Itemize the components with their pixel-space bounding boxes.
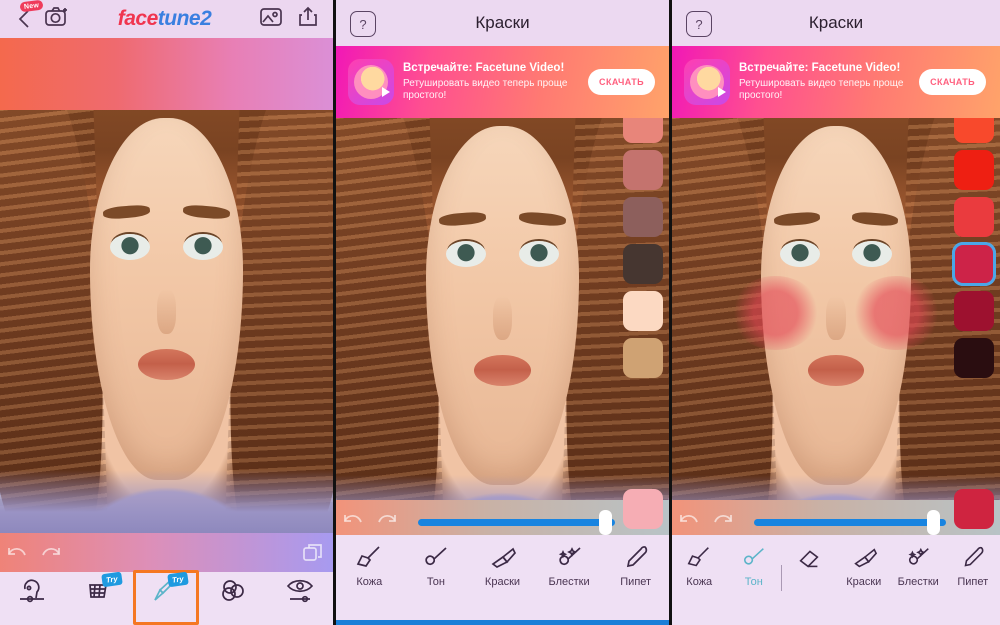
tool-skin[interactable]: Кожа [672,545,727,588]
tool-label: Краски [846,576,882,588]
panel-editor-home: New facetune2 Try Try [0,0,333,625]
portrait-image [336,46,669,545]
tool-paint[interactable]: Краски [469,545,536,588]
swatch[interactable] [952,242,997,286]
logo-face-text: face [117,7,159,30]
tool-reshape[interactable] [0,578,67,604]
home-indicator [336,620,669,625]
swatch[interactable] [623,338,663,378]
portrait-image [0,38,333,540]
panel3-topbar: ? Краски [672,0,1000,46]
eye-left [109,233,150,260]
new-badge: New [19,0,44,13]
try-badge: Try [101,571,123,588]
facetune-video-app-icon [684,59,730,105]
swatch[interactable] [954,150,995,190]
panel2-topbar: ? Краски [336,0,669,46]
gradient-band [0,38,333,110]
tool-label: Пипет [957,576,989,588]
banner-subtext: Ретушировать видео теперь проще простого… [739,78,904,102]
help-button[interactable]: ? [686,11,712,37]
tool-label: Пипет [620,576,652,588]
redo-icon[interactable] [370,512,404,533]
tool-makeup[interactable]: Try [133,570,200,625]
lips [138,349,195,381]
page-title: Краски [808,13,864,32]
nose [156,289,177,335]
shoulder [0,469,333,540]
panel-paint-nude: ? Краски Встречайте: Facetune Video! Рет… [333,0,672,625]
back-button[interactable]: New [12,0,44,32]
try-badge: Try [167,571,189,588]
panel3-photo-canvas[interactable] [672,46,1000,545]
panel2-tool-bar: Кожа Тон Краски Блестки Пипет [336,535,669,625]
tool-glitter[interactable]: Блестки [891,545,946,588]
redo-icon[interactable] [34,545,68,566]
download-button[interactable]: СКАЧАТЬ [919,69,987,95]
panel2-photo-canvas[interactable] [336,46,669,545]
swatch[interactable] [954,197,995,237]
undo-icon[interactable] [0,545,34,566]
tool-eyedropper[interactable]: Пипет [602,545,669,588]
tool-label: Краски [484,576,521,588]
tool-glitter[interactable]: Блестки [536,545,603,588]
swatch[interactable] [954,338,995,378]
swatch[interactable] [623,197,663,237]
tool-patch[interactable]: Try [67,571,134,604]
tool-label: Тон [744,576,763,588]
swatch[interactable] [954,291,995,331]
panel-paint-red: ? Краски Встречайте: Facetune Video! Рет… [672,0,1000,625]
promo-banner[interactable]: Встречайте: Facetune Video! Ретушировать… [336,46,669,118]
portrait-image [672,46,1000,545]
tool-eyes[interactable] [266,578,333,604]
gallery-icon[interactable] [259,6,283,33]
facetune-video-app-icon [348,59,394,105]
tool-filters[interactable] [200,578,267,604]
banner-subtext: Ретушировать видео теперь проще простого… [403,78,568,102]
tool-tone[interactable]: Тон [727,545,782,588]
banner-headline: Встречайте: Facetune Video! [739,61,901,74]
tool-label: Тон [426,576,445,588]
swatch[interactable] [623,291,663,331]
panel1-photo-canvas[interactable] [0,38,333,540]
panel1-tool-bar: Try Try [0,570,333,625]
tool-eyedropper[interactable]: Пипет [946,545,1000,588]
tool-skin[interactable]: Кожа [336,545,403,588]
promo-banner[interactable]: Встречайте: Facetune Video! Ретушировать… [672,46,1000,118]
undo-icon[interactable] [672,512,706,533]
redo-icon[interactable] [706,512,740,533]
camera-icon[interactable] [44,5,70,34]
tool-label: Кожа [686,576,713,588]
intensity-slider[interactable] [754,510,947,535]
screenshot-stage: New facetune2 Try Try ? Краски Встречайт… [0,0,1000,625]
swatch[interactable] [623,150,663,190]
tool-label: Блестки [548,576,590,588]
active-tool-highlight [133,570,200,625]
logo-tune-text: tune2 [157,7,212,30]
share-icon[interactable] [297,6,319,33]
blush-left-applied [731,275,820,351]
intensity-slider[interactable] [418,510,615,535]
swatch-current[interactable] [623,489,663,529]
blush-right-applied [852,275,941,351]
help-button[interactable]: ? [350,11,376,37]
eye-right [183,233,224,260]
app-logo: facetune2 [70,7,259,31]
swatch-current[interactable] [954,489,995,529]
tool-tone[interactable]: Тон [403,545,470,588]
compare-icon[interactable] [293,542,333,569]
download-button[interactable]: СКАЧАТЬ [588,69,655,95]
panel1-topbar: New facetune2 [0,0,333,38]
tool-label: Кожа [356,576,383,588]
panel3-tool-bar: Кожа Тон Краски Блестки Пипет [672,535,1000,625]
tool-eraser[interactable] [782,545,837,576]
swatch[interactable] [623,244,663,284]
banner-headline: Встречайте: Facetune Video! [403,61,565,74]
undo-icon[interactable] [336,512,370,533]
tool-paint[interactable]: Краски [837,545,892,588]
tool-label: Блестки [897,576,939,588]
page-title: Краски [475,13,530,32]
